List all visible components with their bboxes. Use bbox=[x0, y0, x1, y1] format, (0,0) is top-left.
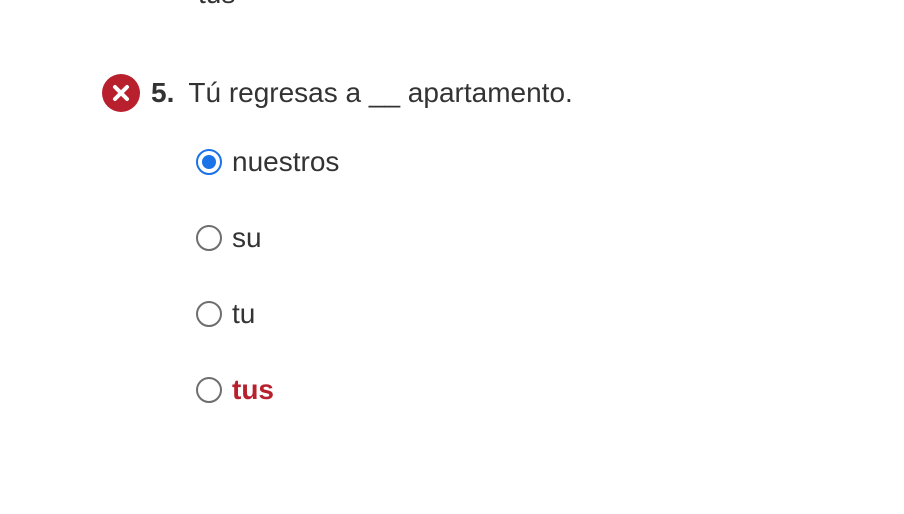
option-su[interactable]: su bbox=[196, 217, 339, 259]
question-header: 5. Tú regresas a __ apartamento. bbox=[102, 74, 573, 112]
radio-unselected-icon[interactable] bbox=[196, 225, 222, 251]
radio-selected-icon[interactable] bbox=[196, 149, 222, 175]
previous-question-option-label: tus bbox=[198, 0, 235, 10]
radio-unselected-icon[interactable] bbox=[196, 301, 222, 327]
option-label: su bbox=[232, 222, 262, 253]
option-label: tu bbox=[232, 298, 256, 329]
correct-option-label: tus bbox=[232, 374, 274, 405]
option-label: nuestros bbox=[232, 146, 340, 177]
incorrect-x-icon bbox=[102, 74, 140, 112]
answer-options: nuestros su tu tus bbox=[196, 141, 339, 445]
question-text: Tú regresas a __ apartamento. bbox=[188, 77, 573, 108]
question-number: 5. bbox=[151, 77, 175, 108]
option-nuestros[interactable]: nuestros bbox=[196, 141, 339, 183]
quiz-page: tus 5. Tú regresas a __ apartamento. nue… bbox=[0, 0, 904, 514]
option-tus[interactable]: tus bbox=[196, 369, 339, 411]
radio-unselected-icon[interactable] bbox=[196, 377, 222, 403]
option-tu[interactable]: tu bbox=[196, 293, 339, 335]
